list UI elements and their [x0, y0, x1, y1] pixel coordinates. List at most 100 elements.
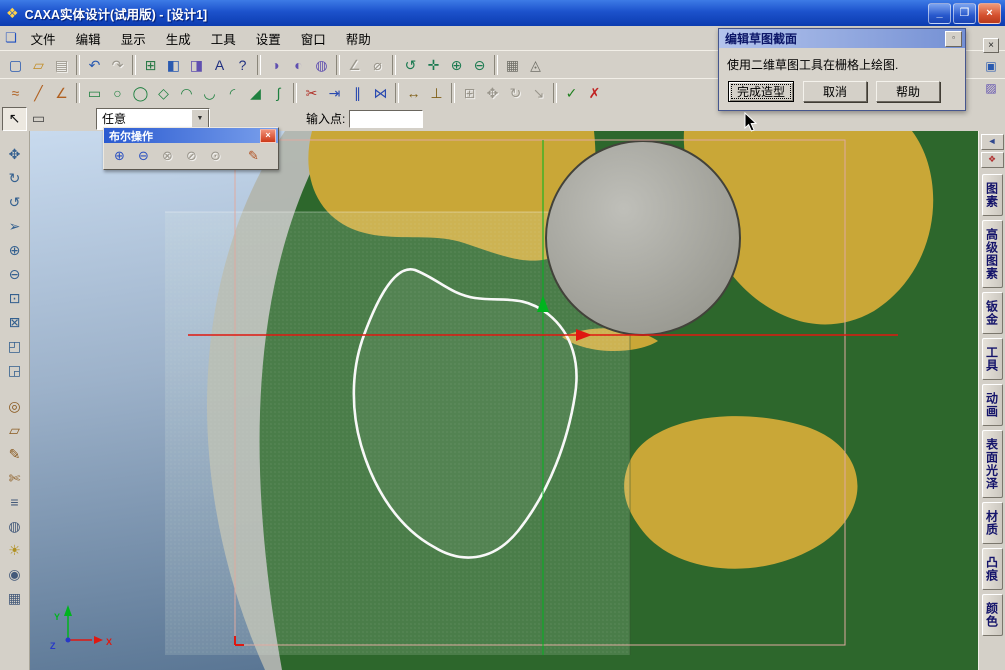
- camera-icon[interactable]: ◉: [3, 563, 27, 585]
- panel-palette-icon[interactable]: ❖: [981, 152, 1004, 168]
- move-tool-icon[interactable]: ✥: [481, 82, 504, 104]
- tab-tools[interactable]: 工具: [982, 338, 1003, 380]
- boolean-toolbar-titlebar[interactable]: 布尔操作 ×: [104, 128, 278, 143]
- open-icon[interactable]: ▱: [27, 54, 50, 76]
- mirror-tool-icon[interactable]: ⋈: [369, 82, 392, 104]
- sketch-line-icon[interactable]: ╱: [27, 82, 50, 104]
- measure-angle-icon[interactable]: ∠: [343, 54, 366, 76]
- material-ball-icon[interactable]: ◍: [3, 515, 27, 537]
- shaded-view-icon[interactable]: ◧: [162, 54, 185, 76]
- tab-animation[interactable]: 动画: [982, 384, 1003, 426]
- context-help-icon[interactable]: ?: [231, 54, 254, 76]
- measure-diameter-icon[interactable]: ⌀: [366, 54, 389, 76]
- minimize-button[interactable]: _: [928, 3, 951, 24]
- zoom-view-out-icon[interactable]: ⊖: [3, 263, 27, 285]
- sketch-angle-icon[interactable]: ∠: [50, 82, 73, 104]
- close-button[interactable]: ×: [978, 3, 1001, 24]
- child-window-icon[interactable]: ❏: [5, 30, 17, 46]
- grid-toggle-icon[interactable]: ▦: [3, 587, 27, 609]
- arc3-tool-icon[interactable]: ◡: [198, 82, 221, 104]
- font-icon[interactable]: A: [208, 54, 231, 76]
- snap-icon[interactable]: ◬: [524, 54, 547, 76]
- accept-icon[interactable]: ✓: [560, 82, 583, 104]
- select-box-icon[interactable]: ▭: [27, 108, 50, 130]
- extend-tool-icon[interactable]: ⇥: [323, 82, 346, 104]
- pan-icon[interactable]: ✥: [3, 143, 27, 165]
- point-input[interactable]: [349, 110, 423, 128]
- undo-icon[interactable]: ↶: [83, 54, 106, 76]
- sketch-curve-icon[interactable]: ≈: [4, 82, 27, 104]
- tab-elements[interactable]: 图素: [982, 174, 1003, 216]
- design-tree-icon[interactable]: ⊞: [139, 54, 162, 76]
- pan-view-icon[interactable]: ✛: [422, 54, 445, 76]
- tab-color[interactable]: 颜色: [982, 594, 1003, 636]
- menu-tools[interactable]: 工具: [201, 26, 246, 51]
- menu-help[interactable]: 帮助: [336, 26, 381, 51]
- fit-view-icon[interactable]: ⊠: [3, 311, 27, 333]
- zoom-window-icon[interactable]: ⊡: [3, 287, 27, 309]
- close-icon[interactable]: ×: [260, 129, 276, 143]
- spin-icon[interactable]: ↺: [3, 191, 27, 213]
- wireframe-view-icon[interactable]: ◨: [185, 54, 208, 76]
- arc-tool-icon[interactable]: ◠: [175, 82, 198, 104]
- offset-tool-icon[interactable]: ∥: [346, 82, 369, 104]
- front-view-icon[interactable]: ◰: [3, 335, 27, 357]
- array-tool-icon[interactable]: ⊞: [458, 82, 481, 104]
- bool-edit-icon[interactable]: ✎: [242, 146, 265, 166]
- menu-window[interactable]: 窗口: [291, 26, 336, 51]
- constraint-tool-icon[interactable]: ⊥: [425, 82, 448, 104]
- new-icon[interactable]: ▢: [4, 54, 27, 76]
- restore-button[interactable]: ❐: [953, 3, 976, 24]
- bool-subtract-icon[interactable]: ⊖: [132, 146, 155, 166]
- tab-surface-finish[interactable]: 表面光泽: [982, 430, 1003, 498]
- orbit-icon[interactable]: ↻: [3, 167, 27, 189]
- tab-material[interactable]: 材质: [982, 502, 1003, 544]
- help-button[interactable]: 帮助: [876, 81, 940, 102]
- spline-tool-icon[interactable]: ∫: [267, 82, 290, 104]
- scale-tool-icon[interactable]: ↘: [527, 82, 550, 104]
- zoom-in-icon[interactable]: ⊕: [445, 54, 468, 76]
- zoom-view-in-icon[interactable]: ⊕: [3, 239, 27, 261]
- walk-icon[interactable]: ➢: [3, 215, 27, 237]
- chevron-down-icon[interactable]: ▼: [191, 109, 209, 129]
- viewport[interactable]: X Y Z: [30, 131, 978, 670]
- polygon-tool-icon[interactable]: ◇: [152, 82, 175, 104]
- bool-intersect-icon[interactable]: ⊗: [156, 146, 179, 166]
- erase-icon[interactable]: ✄: [3, 467, 27, 489]
- docked-icon-2[interactable]: ▨: [981, 79, 1001, 97]
- panel-collapse-icon[interactable]: ◄: [981, 134, 1004, 150]
- render-mode-icon-3[interactable]: ◍: [310, 54, 333, 76]
- fillet-tool-icon[interactable]: ◜: [221, 82, 244, 104]
- redo-icon[interactable]: ↷: [106, 54, 129, 76]
- render-mode-icon-1[interactable]: ◑: [264, 54, 287, 76]
- tab-bump[interactable]: 凸痕: [982, 548, 1003, 590]
- zoom-out-icon[interactable]: ⊖: [468, 54, 491, 76]
- ellipse-tool-icon[interactable]: ◯: [129, 82, 152, 104]
- target-point-icon[interactable]: ◎: [3, 395, 27, 417]
- finish-shape-button[interactable]: 完成造型: [728, 81, 794, 102]
- select-arrow-icon[interactable]: ↖: [2, 107, 27, 131]
- save-icon[interactable]: ▤: [50, 54, 73, 76]
- rotate-tool-icon[interactable]: ↻: [504, 82, 527, 104]
- bool-trim-icon[interactable]: ⊘: [180, 146, 203, 166]
- toolbar-close-icon[interactable]: ×: [983, 38, 999, 53]
- layers-icon[interactable]: ≡: [3, 491, 27, 513]
- iso-view-icon[interactable]: ◲: [3, 359, 27, 381]
- menu-view[interactable]: 显示: [111, 26, 156, 51]
- sketch-plane-icon[interactable]: ▱: [3, 419, 27, 441]
- menu-edit[interactable]: 编辑: [66, 26, 111, 51]
- render-mode-icon-2[interactable]: ◐: [287, 54, 310, 76]
- draw-icon[interactable]: ✎: [3, 443, 27, 465]
- tab-sheet-metal[interactable]: 钣金: [982, 292, 1003, 334]
- trim-tool-icon[interactable]: ✂: [300, 82, 323, 104]
- menu-settings[interactable]: 设置: [246, 26, 291, 51]
- cancel-icon[interactable]: ✗: [583, 82, 606, 104]
- docked-icon-1[interactable]: ▣: [981, 57, 1001, 75]
- bool-union-icon[interactable]: ⊕: [108, 146, 131, 166]
- circle-tool-icon[interactable]: ○: [106, 82, 129, 104]
- dimension-tool-icon[interactable]: ↔: [402, 82, 425, 104]
- rotate-view-icon[interactable]: ↺: [399, 54, 422, 76]
- light-icon[interactable]: ☀: [3, 539, 27, 561]
- cancel-button[interactable]: 取消: [803, 81, 867, 102]
- rollup-icon[interactable]: ▫: [945, 31, 962, 47]
